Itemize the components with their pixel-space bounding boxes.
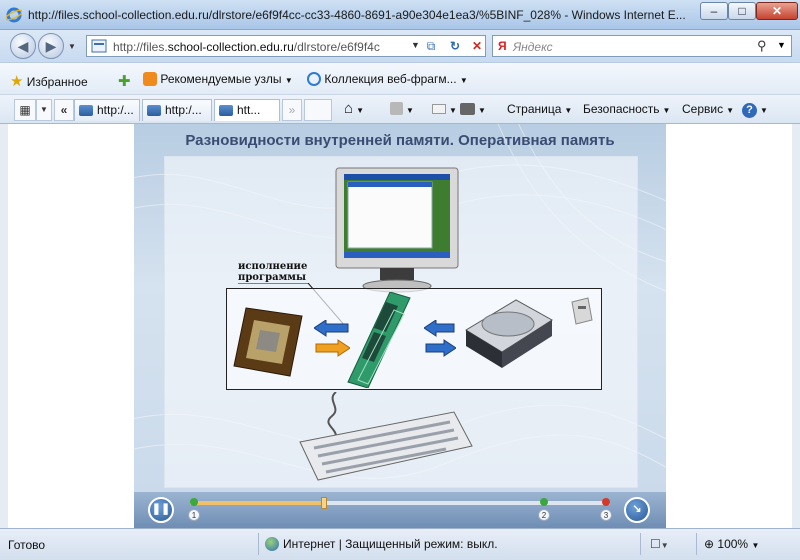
status-separator <box>258 533 259 555</box>
slide: Разновидности внутренней памяти. Операти… <box>134 124 666 528</box>
arrow-from-disk-icon <box>424 320 456 357</box>
monitor-icon <box>335 167 459 293</box>
window-title: http://files.school-collection.edu.ru/dl… <box>28 8 686 22</box>
tab-bar: ▦ ▼ « http:/... http:/... htt... » ⌂ ▼ ▼ … <box>0 94 800 124</box>
tab-page-icon <box>219 105 233 116</box>
dropdown-arrow-icon: ▼ <box>459 76 468 85</box>
new-tab-button[interactable] <box>304 99 332 121</box>
tools-menu[interactable]: Сервис ▼ <box>682 102 734 116</box>
address-dropdown-icon[interactable]: ▼ <box>411 40 420 50</box>
status-bar: Готово Интернет | Защищенный режим: выкл… <box>0 528 800 560</box>
maximize-button[interactable]: □ <box>728 2 756 20</box>
progress-knob[interactable] <box>321 497 328 509</box>
navigation-bar: ◀ ▶ ▼ http://files.school-collection.edu… <box>0 30 800 62</box>
marker-dot-3 <box>602 498 610 506</box>
ie-logo-icon <box>6 7 22 23</box>
ram-module-icon <box>347 292 411 388</box>
home-icon[interactable]: ⌂ ▼ <box>344 101 364 118</box>
tab-3-active[interactable]: htt... <box>214 99 280 121</box>
address-bar[interactable]: http://files.school-collection.edu.ru/dl… <box>86 35 486 57</box>
pause-button[interactable]: ❚❚ <box>148 497 174 523</box>
slide-title: Разновидности внутренней памяти. Операти… <box>185 132 615 149</box>
progress-fill <box>190 501 325 505</box>
arrow-to-cpu-icon <box>314 320 350 357</box>
favorites-button[interactable]: ★ Избранное <box>10 72 88 90</box>
exit-slide-button[interactable]: ↘ <box>624 497 650 523</box>
tab-list-dropdown-icon[interactable]: ▼ <box>36 99 52 121</box>
internet-globe-icon <box>265 537 279 551</box>
hard-disk-icon <box>465 299 553 368</box>
mail-icon[interactable]: ▼ <box>432 102 457 116</box>
tab-1[interactable]: http:/... <box>74 99 140 121</box>
floppy-drive-icon <box>571 297 593 325</box>
web-slice-gallery-button[interactable]: Коллекция веб-фрагм... ▼ <box>307 72 468 86</box>
tab-page-icon <box>79 105 93 116</box>
tab-2[interactable]: http:/... <box>142 99 212 121</box>
safety-menu[interactable]: Безопасность ▼ <box>583 102 670 116</box>
keyboard-icon <box>299 392 473 481</box>
page-menu[interactable]: Страница ▼ <box>507 102 572 116</box>
page-icon <box>91 39 107 53</box>
cpu-chip-icon <box>233 307 303 377</box>
ie-page-icon <box>307 72 321 86</box>
quick-tabs-icon[interactable]: ▦ <box>14 99 36 121</box>
search-placeholder[interactable]: Яндекс <box>513 40 553 54</box>
scroll-tabs-left-icon[interactable]: « <box>54 99 74 121</box>
security-zone[interactable]: Интернет | Защищенный режим: выкл. <box>265 537 498 551</box>
recommended-sites-label: Рекомендуемые узлы <box>160 72 282 86</box>
protected-mode-icon[interactable]: ☐▼ <box>650 537 669 551</box>
web-slice-gallery-label: Коллекция веб-фрагм... <box>324 72 457 86</box>
back-button[interactable]: ◀ <box>10 33 36 59</box>
close-button[interactable]: ✕ <box>756 2 798 20</box>
add-to-favorites-icon: ✚ <box>118 73 131 90</box>
star-icon: ★ <box>10 73 24 90</box>
search-icon[interactable]: ⚲ <box>757 38 767 54</box>
help-icon[interactable]: ? ▼ <box>742 102 768 118</box>
search-options-dropdown-icon[interactable]: ▼ <box>777 40 786 50</box>
scroll-tabs-right-icon[interactable]: » <box>282 99 302 121</box>
status-separator <box>640 533 641 555</box>
dropdown-arrow-icon: ▼ <box>284 76 293 85</box>
favorites-bar: ★ Избранное ✚ Рекомендуемые узлы ▼ Колле… <box>0 62 800 94</box>
marker-dot-1 <box>190 498 198 506</box>
zoom-level: 100% <box>717 537 749 551</box>
tab-page-icon <box>147 105 161 116</box>
chapter-mark-3[interactable]: 3 <box>600 509 612 521</box>
print-icon[interactable]: ▼ <box>460 102 486 116</box>
forward-button[interactable]: ▶ <box>38 33 64 59</box>
zoom-icon: ⊕ <box>704 537 715 551</box>
execution-label-line1: исполнение <box>238 261 308 272</box>
search-box[interactable]: Я Яндекс ⚲ ▼ <box>492 35 792 57</box>
execution-label-line2: программы <box>238 272 306 283</box>
slide-player-controls: ❚❚ 1 2 3 ↘ <box>134 492 666 528</box>
chapter-mark-1[interactable]: 1 <box>188 509 200 521</box>
favorites-label: Избранное <box>26 75 88 89</box>
status-separator <box>696 533 697 555</box>
title-bar: http://files.school-collection.edu.ru/dl… <box>0 0 800 30</box>
address-url[interactable]: http://files.school-collection.edu.ru/dl… <box>113 40 409 54</box>
recent-pages-dropdown-icon[interactable]: ▼ <box>68 42 76 51</box>
refresh-icon[interactable]: ↻ <box>445 38 465 54</box>
recommended-sites-button[interactable]: Рекомендуемые узлы ▼ <box>143 72 293 86</box>
marker-dot-2 <box>540 498 548 506</box>
recommended-sites-icon <box>143 72 157 86</box>
stop-icon[interactable]: ✕ <box>467 38 487 54</box>
yandex-icon: Я <box>498 39 507 53</box>
chapter-mark-2[interactable]: 2 <box>538 509 550 521</box>
dropdown-arrow-icon: ▼ <box>751 541 760 550</box>
execution-label: исполнение программы <box>238 261 307 283</box>
zoom-control[interactable]: ⊕ 100% ▼ <box>704 537 759 551</box>
status-text: Готово <box>8 538 46 552</box>
minimize-button[interactable]: – <box>700 2 728 20</box>
feeds-icon[interactable]: ▼ <box>390 102 414 116</box>
compatibility-view-icon[interactable]: ⧉ <box>421 38 441 54</box>
add-favorite-button[interactable]: ✚ <box>118 72 131 90</box>
